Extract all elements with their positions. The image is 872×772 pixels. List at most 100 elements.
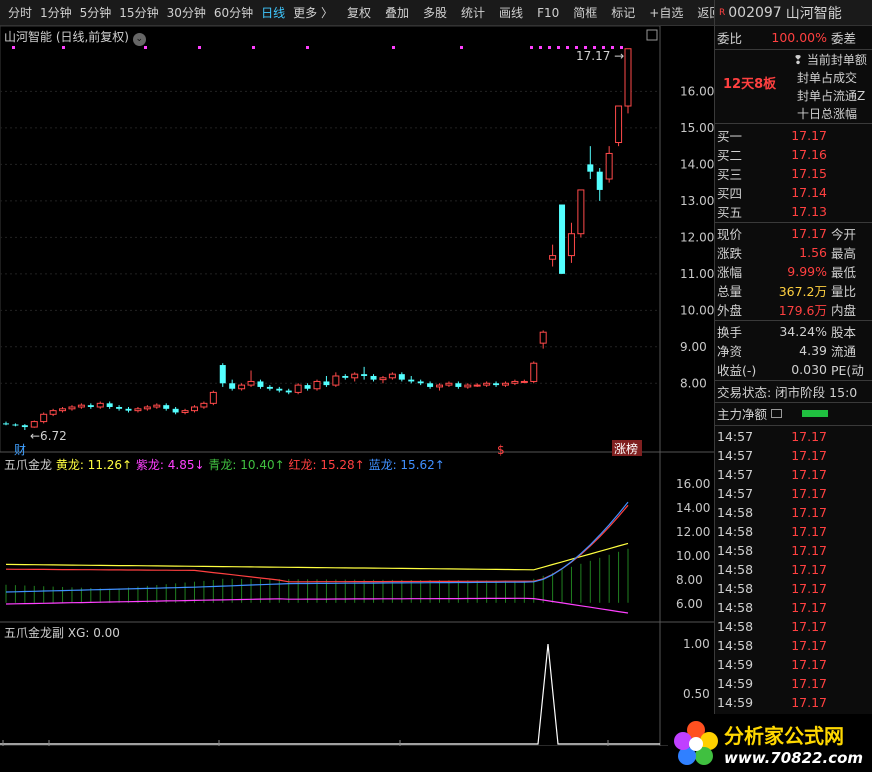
- divider: [715, 222, 872, 223]
- candle-body: [116, 406, 123, 409]
- period-tab[interactable]: 日线: [257, 4, 289, 21]
- sub2-title: 五爪金龙副: [4, 626, 65, 640]
- row-value: 17.17: [791, 619, 827, 634]
- indicator-value: 黄龙: 11.26↑: [55, 458, 136, 472]
- row-value: 17.16: [791, 147, 827, 162]
- y-tick-label: 13.00: [680, 194, 714, 208]
- tick-row: 14:57 17.17: [715, 465, 872, 484]
- toolbar-button[interactable]: +自选: [645, 4, 687, 21]
- row-key: 总量: [717, 284, 743, 299]
- flower-logo-icon: [674, 721, 718, 765]
- panel-toggle-icon[interactable]: [646, 29, 658, 41]
- tick-row: 14:58 17.17: [715, 541, 872, 560]
- divider: [715, 402, 872, 403]
- divider: [715, 320, 872, 321]
- tick-row: 14:57 17.17: [715, 484, 872, 503]
- y-tick-label: 11.00: [680, 267, 714, 281]
- candle-body: [549, 255, 557, 260]
- candle-body: [351, 373, 359, 379]
- y-tick-label: 14.00: [676, 501, 710, 515]
- row-value: 17.17: [791, 676, 827, 691]
- divider: [715, 380, 872, 381]
- toolbar-button[interactable]: 叠加: [381, 4, 413, 21]
- row-value: 17.17: [791, 429, 827, 444]
- candle-body: [257, 381, 264, 387]
- signal-dot: [392, 46, 395, 49]
- row-key: 收益(-): [717, 363, 757, 378]
- row-value: 17.17: [791, 505, 827, 520]
- row-key: 14:59: [717, 695, 754, 710]
- signal-dot: [548, 46, 551, 49]
- row-key: 14:58: [717, 505, 754, 520]
- row-key: 14:57: [717, 486, 754, 501]
- dollar-marker[interactable]: $: [497, 443, 505, 457]
- xg-line: [0, 643, 660, 745]
- row-value: 17.17: [791, 638, 827, 653]
- divider: [715, 123, 872, 124]
- tick-row: 14:58 17.17: [715, 522, 872, 541]
- toolbar-button[interactable]: 简框: [569, 4, 601, 21]
- row-key: 14:58: [717, 619, 754, 634]
- candle-body: [313, 380, 321, 390]
- period-tab[interactable]: 30分钟: [163, 4, 210, 21]
- row-value: 17.17: [791, 695, 827, 710]
- row-key: 买五: [717, 205, 743, 220]
- period-tab[interactable]: 5分钟: [76, 4, 116, 21]
- period-tab[interactable]: 15分钟: [115, 4, 162, 21]
- candle-body: [530, 362, 538, 382]
- period-tab[interactable]: 更多 〉: [289, 4, 337, 21]
- limit-up-marker[interactable]: 涨榜: [614, 441, 638, 456]
- period-tab[interactable]: 分时: [4, 4, 36, 21]
- candle-body: [190, 406, 198, 412]
- finance-marker[interactable]: 财: [14, 443, 26, 457]
- quote-row: 现价 17.17 今开: [715, 224, 872, 243]
- chevron-down-icon[interactable]: ⌄: [132, 33, 146, 46]
- candle-body: [276, 388, 283, 391]
- row-value: 17.15: [791, 166, 827, 181]
- fund-row: 收益(-) 0.030 PE(动: [715, 360, 872, 379]
- stock-name: 山河智能: [785, 5, 842, 22]
- y-tick-label: 14.00: [680, 157, 714, 171]
- candle-body: [493, 383, 500, 386]
- toolbar-button[interactable]: 复权: [343, 4, 375, 21]
- toolbar-button[interactable]: F10: [533, 6, 563, 20]
- indicator-value: 红龙: 15.28↑: [288, 458, 369, 472]
- toolbar-button[interactable]: 统计: [457, 4, 489, 21]
- toolbar-button[interactable]: 多股: [419, 4, 451, 21]
- candle-body: [520, 380, 528, 383]
- toolbar-button[interactable]: 标记: [607, 4, 639, 21]
- high-price-label: 17.17 →: [576, 49, 624, 63]
- bid-row: 买三 17.15: [715, 164, 872, 183]
- candle-body: [172, 408, 179, 413]
- toolbar-button[interactable]: 画线: [495, 4, 527, 21]
- row-value: 17.17: [791, 657, 827, 672]
- period-tab[interactable]: 1分钟: [36, 4, 76, 21]
- divider: [715, 49, 872, 50]
- period-toolbar: 分时 1分钟 5分钟 15分钟 30分钟 60分钟 日线 更多 〉复权 叠加 多股 统计 画线 F10 简…: [0, 0, 721, 26]
- row-value: 1.56: [799, 245, 827, 260]
- yellow-dragon-line: [5, 542, 629, 571]
- bid-row: 买五 17.13: [715, 202, 872, 221]
- candle-body: [342, 375, 349, 378]
- main-flow-row[interactable]: 主力净额: [715, 404, 872, 423]
- fund-row: 净资 4.39 流通: [715, 341, 872, 360]
- period-tab[interactable]: 60分钟: [210, 4, 257, 21]
- signal-dot: [198, 46, 201, 49]
- candle-body: [587, 164, 594, 172]
- candle-body: [417, 381, 424, 384]
- candle-body: [304, 385, 311, 389]
- candle-body: [455, 383, 462, 387]
- candle-body: [408, 379, 415, 382]
- candle-body: [577, 189, 585, 235]
- row-key: 14:58: [717, 600, 754, 615]
- candle-body: [40, 413, 48, 423]
- row-key: 14:57: [717, 448, 754, 463]
- row-value: 17.17: [791, 524, 827, 539]
- row-value: 367.2万: [778, 284, 827, 299]
- row-key: 14:59: [717, 676, 754, 691]
- row-value: 17.13: [791, 204, 827, 219]
- candle-body: [615, 105, 623, 143]
- row-key: 买二: [717, 148, 743, 163]
- y-tick-label: 1.00: [683, 637, 710, 651]
- menu-icon[interactable]: [771, 409, 783, 418]
